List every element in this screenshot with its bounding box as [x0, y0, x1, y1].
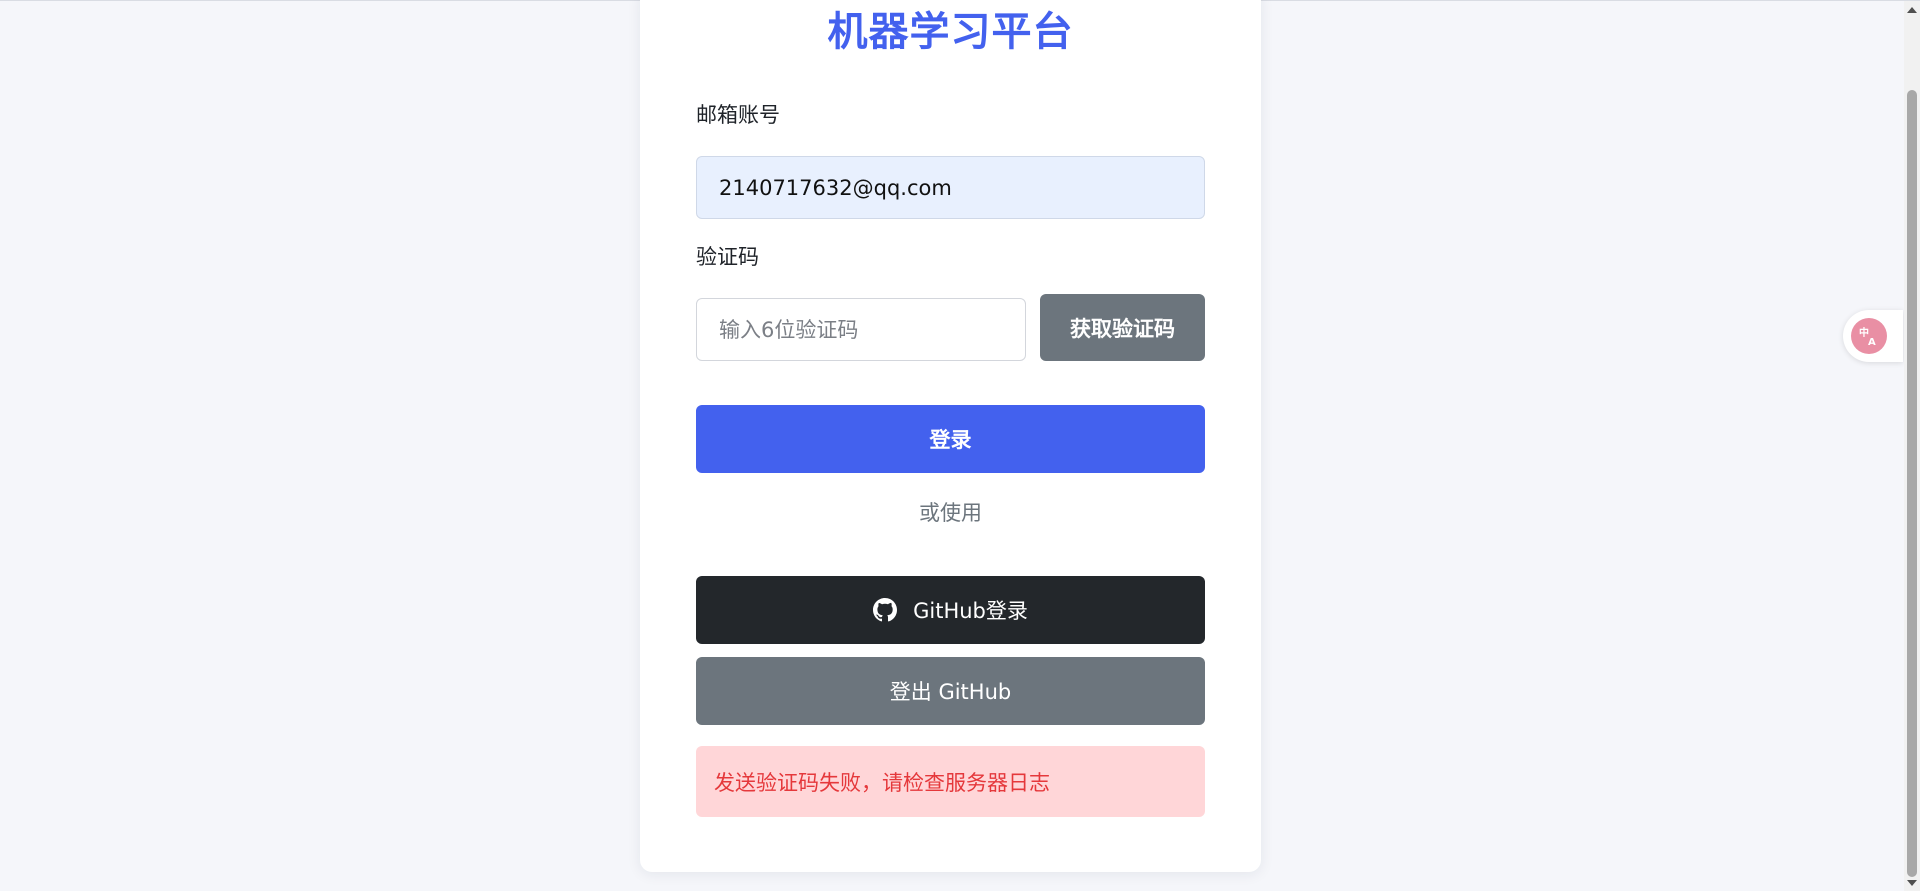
- svg-text:A: A: [1868, 337, 1876, 348]
- translate-widget[interactable]: 中 A: [1843, 310, 1903, 362]
- email-label: 邮箱账号: [696, 103, 780, 127]
- github-login-button[interactable]: GitHub登录: [696, 576, 1205, 644]
- error-alert-message: 发送验证码失败，请检查服务器日志: [714, 770, 1050, 795]
- github-logout-label: 登出 GitHub: [889, 680, 1012, 704]
- github-login-label: GitHub登录: [913, 599, 1028, 623]
- error-alert: 发送验证码失败，请检查服务器日志: [696, 746, 1205, 817]
- get-code-button[interactable]: 获取验证码: [1040, 294, 1205, 361]
- login-card: 机器学习平台 邮箱账号 验证码 获取验证码 登录 或使用 GitHub登录 登出…: [640, 0, 1261, 872]
- scroll-down-arrow-icon[interactable]: [1906, 878, 1918, 888]
- page-background: 机器学习平台 邮箱账号 验证码 获取验证码 登录 或使用 GitHub登录 登出…: [0, 0, 1920, 891]
- verification-code-input[interactable]: [696, 298, 1026, 361]
- github-icon: [873, 598, 898, 622]
- verification-code-label: 验证码: [696, 245, 759, 269]
- page-title: 机器学习平台: [827, 9, 1074, 55]
- scroll-up-arrow-icon[interactable]: [1906, 5, 1918, 15]
- github-logout-button[interactable]: 登出 GitHub: [696, 657, 1205, 725]
- login-button[interactable]: 登录: [696, 405, 1205, 473]
- translate-icon[interactable]: 中 A: [1851, 318, 1887, 354]
- email-input[interactable]: [696, 156, 1205, 219]
- or-use-divider: 或使用: [919, 501, 982, 525]
- scrollbar-thumb[interactable]: [1907, 90, 1917, 877]
